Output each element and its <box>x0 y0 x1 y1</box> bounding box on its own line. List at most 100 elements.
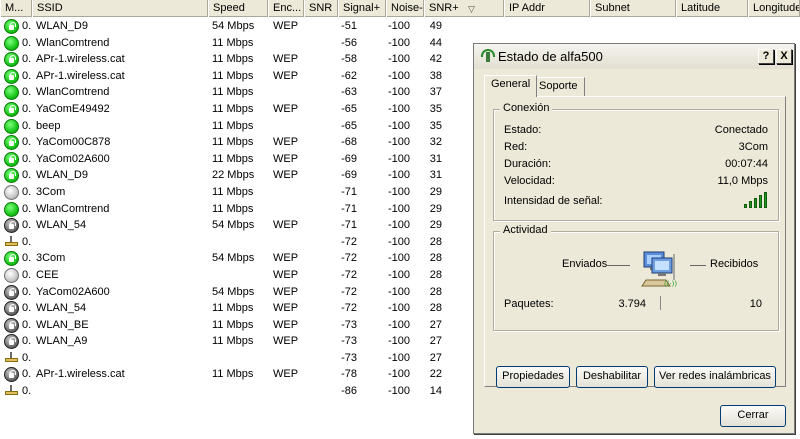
noise-cell: -100 <box>387 335 410 348</box>
column-mac[interactable]: M... <box>0 0 32 17</box>
ssid-cell: WlanComtrend <box>36 36 110 49</box>
duration-label: Duración: <box>504 158 552 170</box>
encrypted-network-icon <box>4 19 19 34</box>
close-window-button[interactable]: X <box>776 49 792 64</box>
network-value: 3Com <box>738 141 768 153</box>
ssid-cell: WlanComtrend <box>36 202 110 215</box>
open-network-icon <box>4 35 19 51</box>
column-snr[interactable]: SNR <box>304 0 338 17</box>
snr-cell: 28 <box>429 268 442 281</box>
noise-cell: -100 <box>387 235 410 248</box>
ssid-cell: WLAN_54 <box>36 302 87 315</box>
mac-cell: 0. <box>22 136 32 149</box>
encrypted-network-icon <box>4 68 19 84</box>
open-network-icon <box>4 201 19 217</box>
wireless-antenna-icon <box>480 49 496 63</box>
close-button[interactable]: Cerrar <box>720 405 786 427</box>
mac-cell: 0. <box>22 169 32 182</box>
signal-cell: -65 <box>341 102 357 115</box>
received-line <box>690 265 706 266</box>
mac-cell: 0. <box>22 235 32 248</box>
encrypted-network-icon <box>4 334 19 350</box>
speed-cell: 11 Mbps <box>212 119 254 132</box>
properties-button[interactable]: Propiedades <box>496 366 570 388</box>
packets-received-value: 10 <box>749 298 762 310</box>
snr-cell: 22 <box>429 368 442 381</box>
signal-cell: -71 <box>341 219 357 232</box>
column-speed[interactable]: Speed <box>208 0 268 17</box>
signal-cell: -69 <box>341 152 357 165</box>
view-wireless-networks-button[interactable]: Ver redes inalámbricas <box>654 366 776 388</box>
mac-cell: 0. <box>22 102 32 115</box>
snr-cell: 14 <box>429 385 442 398</box>
open-network-icon <box>4 184 19 200</box>
mac-cell: 0. <box>22 202 32 215</box>
column-latitude[interactable]: Latitude <box>676 0 748 17</box>
ssid-cell: APr-1.wireless.cat <box>36 69 125 82</box>
snr-cell: 28 <box>429 252 442 265</box>
snr-cell: 42 <box>429 53 442 66</box>
speed-value: 11,0 Mbps <box>717 175 768 187</box>
column-subnet[interactable]: Subnet <box>590 0 676 17</box>
column-noise[interactable]: Noise- <box>386 0 424 17</box>
signal-cell: -58 <box>341 53 357 66</box>
open-network-icon <box>4 85 19 101</box>
dialog-titlebar[interactable]: Estado de alfa500 ? X <box>474 44 794 69</box>
column-encryption[interactable]: Enc... <box>268 0 304 17</box>
column-longitude[interactable]: Longitude <box>748 0 800 17</box>
signal-cell: -72 <box>341 302 357 315</box>
noise-cell: -100 <box>387 202 410 215</box>
svg-text:((·)): ((·)) <box>664 280 677 288</box>
speed-cell: 11 Mbps <box>212 202 254 215</box>
snr-cell: 28 <box>429 285 442 298</box>
snr-cell: 35 <box>429 119 442 132</box>
disable-button[interactable]: Deshabilitar <box>576 366 648 388</box>
ssid-cell: YaComE49492 <box>36 102 110 115</box>
speed-cell: 11 Mbps <box>212 53 254 66</box>
noise-cell: -100 <box>387 136 410 149</box>
open-network-icon <box>4 267 19 283</box>
signal-cell: -71 <box>341 185 357 198</box>
speed-cell: 11 Mbps <box>212 185 254 198</box>
column-signal[interactable]: Signal+ <box>338 0 386 17</box>
signal-cell: -71 <box>341 202 357 215</box>
encryption-cell: WEP <box>273 285 299 298</box>
noise-cell: -100 <box>387 53 410 66</box>
speed-cell: 11 Mbps <box>212 69 254 82</box>
encrypted-network-icon <box>4 52 19 68</box>
signal-cell: -56 <box>341 36 357 49</box>
column-ssid[interactable]: SSID <box>32 0 208 17</box>
noise-cell: -100 <box>387 351 410 364</box>
column-snr-plus[interactable]: SNR+ <box>424 0 504 17</box>
mac-cell: 0. <box>22 252 32 265</box>
signal-cell: -63 <box>341 86 357 99</box>
mac-cell: 0. <box>22 53 32 66</box>
signal-bar <box>764 192 767 208</box>
speed-label: Velocidad: <box>504 175 555 187</box>
tab-support[interactable]: Soporte <box>532 77 585 96</box>
mac-cell: 0. <box>22 219 32 232</box>
ssid-cell: YaCom02A600 <box>36 285 110 298</box>
duration-row: Duración: 00:07:44 <box>504 158 768 174</box>
tab-panel-general: Conexión Estado: Conectado Red: 3Com Dur… <box>484 96 786 388</box>
table-row[interactable]: 0. WLAN_D9 54 Mbps WEP -51 -100 49 <box>0 18 800 35</box>
network-label: Red: <box>504 141 528 153</box>
ssid-cell: 3Com <box>36 185 66 198</box>
column-ip-addr[interactable]: IP Addr <box>504 0 590 17</box>
connection-legend: Conexión <box>500 102 553 114</box>
mac-cell: 0. <box>22 152 32 165</box>
help-button[interactable]: ? <box>758 49 774 64</box>
speed-cell: 11 Mbps <box>212 102 254 115</box>
encryption-cell: WEP <box>273 102 299 115</box>
snr-cell: 38 <box>429 69 442 82</box>
mac-cell: 0. <box>22 368 32 381</box>
mac-cell: 0. <box>22 351 32 364</box>
mac-cell: 0. <box>22 119 32 132</box>
noise-cell: -100 <box>387 219 410 232</box>
speed-cell: 11 Mbps <box>212 136 254 149</box>
noise-cell: -100 <box>387 368 410 381</box>
snr-cell: 29 <box>429 202 442 215</box>
speed-cell: 11 Mbps <box>212 335 254 348</box>
encryption-cell: WEP <box>273 268 299 281</box>
tab-general[interactable]: General <box>484 75 538 97</box>
